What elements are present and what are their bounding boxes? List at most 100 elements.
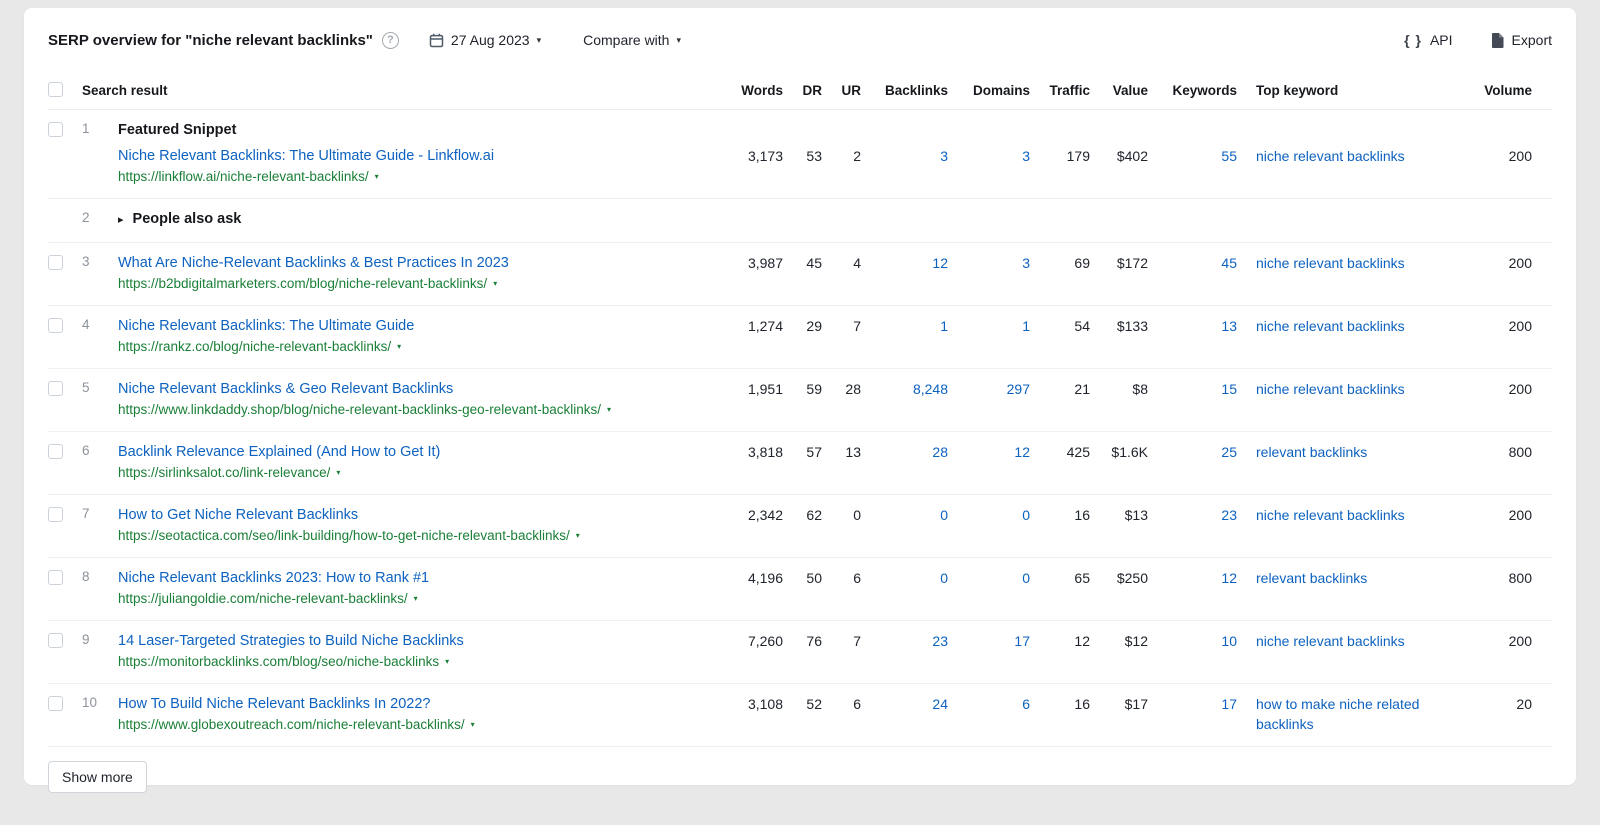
date-picker[interactable]: 27 Aug 2023 ▾ (429, 32, 541, 48)
row-checkbox[interactable] (48, 122, 63, 137)
top-keyword-link[interactable]: relevant backlinks (1256, 444, 1367, 460)
domains-link[interactable]: 6 (948, 684, 1030, 714)
url-dropdown-icon[interactable]: ▾ (336, 464, 340, 482)
top-keyword-link[interactable]: niche relevant backlinks (1256, 507, 1405, 523)
checkbox-cell (48, 110, 82, 140)
url-dropdown-icon[interactable]: ▾ (493, 275, 497, 293)
ur-cell: 0 (853, 507, 861, 523)
result-title-link[interactable]: Backlink Relevance Explained (And How to… (118, 442, 440, 462)
result-title-link[interactable]: What Are Niche-Relevant Backlinks & Best… (118, 253, 509, 273)
select-all-checkbox[interactable] (48, 81, 63, 97)
result-title-link[interactable]: How to Get Niche Relevant Backlinks (118, 505, 358, 525)
result-url-link[interactable]: https://juliangoldie.com/niche-relevant-… (118, 590, 408, 608)
show-more-button[interactable]: Show more (48, 761, 147, 793)
result-title-link[interactable]: 14 Laser-Targeted Strategies to Build Ni… (118, 631, 464, 651)
column-header-value: Value (1112, 83, 1148, 98)
table-header: Search result Words DR UR Backlinks Doma… (48, 72, 1552, 110)
help-icon[interactable]: ? (381, 31, 399, 49)
top-keyword-link[interactable]: how to make niche related backlinks (1256, 696, 1419, 732)
keywords-link[interactable]: 45 (1148, 243, 1237, 273)
column-header-domains: Domains (972, 83, 1030, 98)
keywords-link[interactable]: 15 (1148, 369, 1237, 399)
top-keyword-link[interactable]: relevant backlinks (1256, 570, 1367, 586)
row-checkbox[interactable] (48, 696, 63, 711)
search-result-cell: Backlink Relevance Explained (And How to… (118, 432, 703, 482)
backlinks-link[interactable]: 1 (861, 306, 948, 336)
result-url-link[interactable]: https://linkflow.ai/niche-relevant-backl… (118, 168, 369, 186)
backlinks-link[interactable]: 3 (861, 110, 948, 166)
result-url-link[interactable]: https://www.linkdaddy.shop/blog/niche-re… (118, 401, 601, 419)
result-url-link[interactable]: https://b2bdigitalmarketers.com/blog/nic… (118, 275, 487, 293)
result-url-link[interactable]: https://sirlinksalot.co/link-relevance/ (118, 464, 330, 482)
backlinks-link[interactable]: 24 (861, 684, 948, 714)
result-url-link[interactable]: https://www.globexoutreach.com/niche-rel… (118, 716, 465, 734)
result-title-link[interactable]: Niche Relevant Backlinks & Geo Relevant … (118, 379, 453, 399)
value-cell: $17 (1124, 696, 1148, 712)
words-cell: 3,173 (747, 148, 783, 164)
backlinks-link[interactable]: 23 (861, 621, 948, 651)
url-dropdown-icon[interactable]: ▾ (576, 527, 580, 545)
backlinks-link[interactable]: 28 (861, 432, 948, 462)
api-button[interactable]: { } API (1404, 32, 1452, 48)
row-checkbox[interactable] (48, 255, 63, 270)
backlinks-link[interactable]: 12 (861, 243, 948, 273)
backlinks-link[interactable]: 0 (861, 495, 948, 525)
result-title-link[interactable]: Niche Relevant Backlinks: The Ultimate G… (118, 316, 414, 336)
keywords-link[interactable]: 17 (1148, 684, 1237, 714)
domains-link[interactable]: 297 (948, 369, 1030, 399)
keywords-link[interactable]: 10 (1148, 621, 1237, 651)
top-keyword-link[interactable]: niche relevant backlinks (1256, 318, 1405, 334)
keywords-link[interactable]: 25 (1148, 432, 1237, 462)
row-checkbox[interactable] (48, 507, 63, 522)
top-keyword-link[interactable]: niche relevant backlinks (1256, 255, 1405, 271)
url-dropdown-icon[interactable]: ▾ (471, 716, 475, 734)
result-url-link[interactable]: https://monitorbacklinks.com/blog/seo/ni… (118, 653, 439, 671)
row-checkbox[interactable] (48, 570, 63, 585)
domains-link[interactable]: 0 (948, 558, 1030, 588)
result-title-link[interactable]: Niche Relevant Backlinks 2023: How to Ra… (118, 568, 429, 588)
words-cell: 7,260 (747, 633, 783, 649)
url-dropdown-icon[interactable]: ▾ (607, 401, 611, 419)
row-checkbox[interactable] (48, 633, 63, 648)
backlinks-link[interactable]: 8,248 (861, 369, 948, 399)
url-dropdown-icon[interactable]: ▾ (397, 338, 401, 356)
result-title-link[interactable]: Niche Relevant Backlinks: The Ultimate G… (118, 146, 494, 166)
top-keyword-link[interactable]: niche relevant backlinks (1256, 633, 1405, 649)
backlinks-link[interactable]: 0 (861, 558, 948, 588)
ur-cell: 7 (853, 633, 861, 649)
dr-cell: 53 (806, 148, 822, 164)
people-also-ask-toggle[interactable]: ▸ People also ask (118, 209, 679, 230)
url-dropdown-icon[interactable]: ▾ (445, 653, 449, 671)
volume-cell: 200 (1508, 255, 1532, 271)
value-cell: $1.6K (1111, 444, 1148, 460)
top-keyword-cell: niche relevant backlinks (1237, 369, 1472, 399)
caret-right-icon: ▸ (118, 214, 124, 226)
traffic-cell: 425 (1066, 444, 1090, 460)
compare-with-dropdown[interactable]: Compare with ▾ (583, 32, 681, 48)
keywords-link[interactable]: 55 (1148, 110, 1237, 166)
domains-link[interactable]: 0 (948, 495, 1030, 525)
search-result-cell: How To Build Niche Relevant Backlinks In… (118, 684, 703, 734)
row-checkbox[interactable] (48, 444, 63, 459)
top-keyword-cell: relevant backlinks (1237, 558, 1472, 588)
url-dropdown-icon[interactable]: ▾ (375, 168, 379, 186)
result-url-link[interactable]: https://seotactica.com/seo/link-building… (118, 527, 570, 545)
row-checkbox[interactable] (48, 381, 63, 396)
result-url-link[interactable]: https://rankz.co/blog/niche-relevant-bac… (118, 338, 391, 356)
keywords-link[interactable]: 23 (1148, 495, 1237, 525)
result-title-link[interactable]: How To Build Niche Relevant Backlinks In… (118, 694, 430, 714)
top-keyword-link[interactable]: niche relevant backlinks (1256, 148, 1405, 164)
export-button[interactable]: Export (1491, 32, 1552, 48)
domains-link[interactable]: 3 (948, 110, 1030, 166)
keywords-link[interactable]: 13 (1148, 306, 1237, 336)
chevron-down-icon: ▾ (536, 34, 542, 45)
keywords-link[interactable]: 12 (1148, 558, 1237, 588)
top-keyword-link[interactable]: niche relevant backlinks (1256, 381, 1405, 397)
row-checkbox[interactable] (48, 318, 63, 333)
domains-link[interactable]: 12 (948, 432, 1030, 462)
domains-link[interactable]: 3 (948, 243, 1030, 273)
domains-link[interactable]: 1 (948, 306, 1030, 336)
url-dropdown-icon[interactable]: ▾ (414, 590, 418, 608)
domains-link[interactable]: 17 (948, 621, 1030, 651)
words-cell: 3,818 (747, 444, 783, 460)
